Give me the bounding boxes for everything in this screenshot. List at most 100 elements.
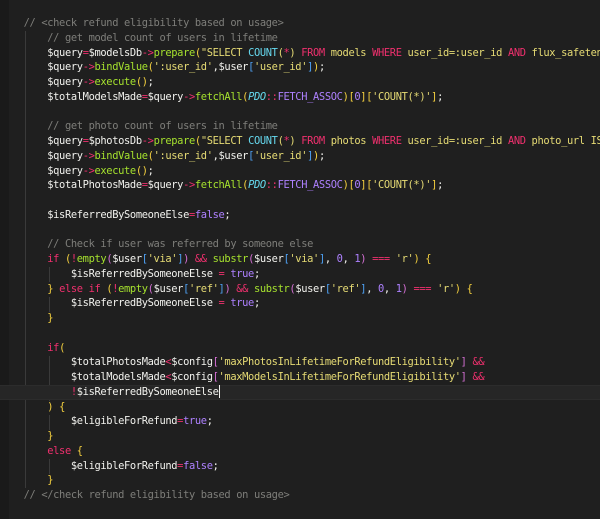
code-token: ->: [141, 135, 154, 147]
code-token: false: [194, 208, 225, 221]
code-line[interactable]: // Check if user was referred by someone…: [0, 237, 600, 252]
code-line[interactable]: // </check refund eligibility based on u…: [0, 488, 600, 503]
code-token: ->: [183, 179, 195, 192]
code-token: else: [0, 444, 71, 457]
code-token: prepare: [153, 46, 196, 59]
code-token: ->: [141, 46, 154, 59]
code-token: "SELECT: [200, 135, 249, 147]
code-line[interactable]: $eligibleForRefund=false;: [0, 459, 600, 474]
code-token: 'r': [437, 282, 455, 295]
code-token: ===: [413, 282, 432, 295]
code-line[interactable]: if (!empty($user['via']) && substr($user…: [0, 252, 600, 267]
code-line[interactable]: $query->execute();: [0, 164, 600, 179]
code-line[interactable]: }: [0, 311, 600, 326]
code-line[interactable]: $query->execute();: [0, 75, 600, 90]
code-line[interactable]: } else if (!empty($user['ref']) && subst…: [0, 282, 600, 297]
code-token: WHERE: [372, 135, 402, 147]
code-line[interactable]: // get photo count of users in lifetime: [0, 119, 600, 134]
code-token: flux_safetensors: [531, 46, 600, 59]
code-token: $query: [0, 76, 83, 88]
code-line[interactable]: $totalPhotosMade<$config['maxPhotosInLif…: [0, 355, 600, 370]
code-line[interactable]: $totalModelsMade=$query->fetchAll(PDO::F…: [0, 90, 600, 105]
code-token: fetchAll: [194, 90, 243, 103]
code-token: $user: [153, 282, 184, 295]
code-line[interactable]: $isReferredBySomeoneElse = true;: [0, 296, 600, 311]
code-token: $query: [0, 149, 83, 162]
code-token: $query: [0, 61, 83, 74]
code-token: 'via': [289, 253, 319, 265]
code-token: bindValue: [94, 149, 149, 162]
code-token: {: [466, 282, 473, 295]
code-token: $query: [0, 46, 83, 59]
code-line[interactable]: }: [0, 473, 600, 488]
code-line[interactable]: }: [0, 429, 600, 444]
code-line[interactable]: [0, 326, 600, 341]
code-token: // get model count of users in lifetime: [0, 31, 278, 44]
code-token: empty: [118, 282, 148, 295]
code-token: bindValue: [94, 61, 149, 74]
code-token: 'ref': [189, 282, 219, 295]
code-token: ;: [147, 76, 154, 88]
code-line[interactable]: // get model count of users in lifetime: [0, 31, 600, 46]
code-token: }: [0, 430, 54, 442]
code-token: PDO: [248, 90, 266, 103]
code-token: execute: [94, 164, 137, 177]
code-editor[interactable]: // <check refund eligibility based on us…: [0, 0, 600, 519]
code-token: $query: [147, 179, 184, 192]
code-token: ,: [324, 253, 337, 265]
code-token: ':user_id': [153, 149, 213, 162]
code-line[interactable]: !$isReferredBySomeoneElse: [0, 384, 600, 400]
code-line[interactable]: $totalPhotosMade=$query->fetchAll(PDO::F…: [0, 178, 600, 193]
code-token: &&: [472, 371, 485, 383]
code-line[interactable]: ) {: [0, 400, 600, 415]
code-token: 'via': [147, 253, 178, 265]
code-token: FETCH_ASSOC: [277, 179, 343, 192]
code-token: // </check refund eligibility based on u…: [0, 489, 290, 501]
code-token: user_id=:user_id: [401, 135, 508, 147]
code-token: ->: [82, 164, 95, 177]
code-token: ;: [206, 415, 213, 428]
code-token: $totalPhotosMade: [0, 179, 142, 192]
code-token: $query: [0, 164, 83, 177]
code-line[interactable]: $totalModelsMade<$config['maxModelsInLif…: [0, 370, 600, 385]
code-token: photos: [324, 135, 373, 147]
code-token: if: [0, 253, 60, 265]
code-line[interactable]: $query=$photosDb->prepare("SELECT COUNT(…: [0, 134, 600, 149]
code-token: $totalPhotosMade: [0, 356, 166, 369]
code-line[interactable]: [0, 193, 600, 208]
code-line[interactable]: if(: [0, 341, 600, 356]
code-token: FETCH_ASSOC: [277, 90, 343, 103]
code-area[interactable]: // <check refund eligibility based on us…: [0, 16, 600, 503]
code-line[interactable]: [0, 105, 600, 120]
code-token: $isReferredBySomeoneElse: [0, 297, 213, 310]
code-token: models: [324, 46, 373, 59]
code-token: $eligibleForRefund: [0, 415, 178, 428]
code-token: ): [289, 46, 302, 59]
code-token: FROM: [301, 46, 325, 59]
code-token: ':user_id': [153, 61, 213, 74]
text-cursor: [218, 385, 220, 399]
code-line[interactable]: $isReferredBySomeoneElse=false;: [0, 208, 600, 223]
code-token: ;: [212, 459, 219, 472]
code-line[interactable]: $query=$modelsDb->prepare("SELECT COUNT(…: [0, 46, 600, 61]
code-line[interactable]: $eligibleForRefund=true;: [0, 414, 600, 429]
code-token: 'maxModelsInLifetimeForRefundEligibility…: [218, 371, 461, 383]
code-token: empty: [76, 253, 107, 265]
code-token: ->: [183, 90, 195, 103]
code-token: substr: [253, 282, 290, 295]
code-token: }: [0, 282, 54, 295]
code-token: $eligibleForRefund: [0, 459, 178, 472]
code-line[interactable]: [0, 223, 600, 238]
code-token: $photosDb: [88, 135, 143, 147]
code-line[interactable]: $query->bindValue(':user_id',$user['user…: [0, 60, 600, 75]
code-token: $user: [253, 253, 284, 265]
code-token: ;: [318, 149, 325, 162]
code-token: $totalModelsMade: [0, 371, 166, 383]
code-token: ,: [342, 253, 355, 265]
code-line[interactable]: $query->bindValue(':user_id',$user['user…: [0, 149, 600, 164]
code-line[interactable]: // <check refund eligibility based on us…: [0, 16, 600, 31]
code-line[interactable]: $isReferredBySomeoneElse = true;: [0, 267, 600, 282]
code-token: {: [425, 253, 432, 265]
code-line[interactable]: else {: [0, 444, 600, 459]
code-token: PDO: [248, 179, 266, 192]
